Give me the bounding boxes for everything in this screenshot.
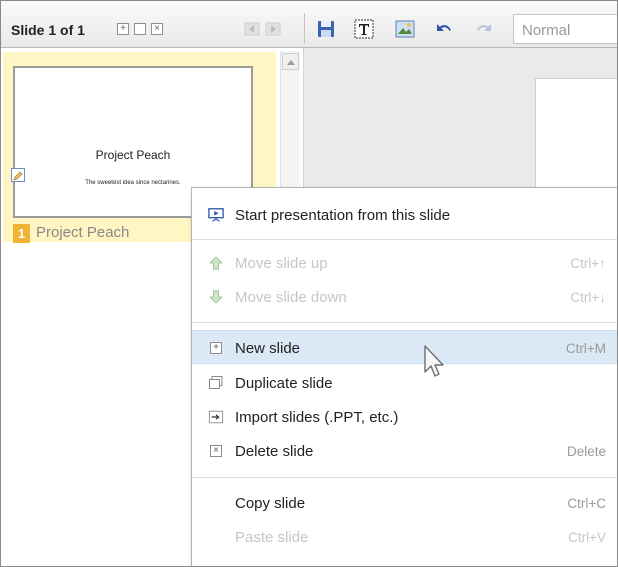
menu-separator (192, 477, 617, 478)
menu-item-label: Paste slide (235, 529, 309, 546)
arrow-down-icon (208, 289, 224, 305)
menu-item-import-slides[interactable]: Import slides (.PPT, etc.) (192, 400, 617, 434)
toolbar-separator (304, 13, 305, 43)
menu-item-shortcut: Ctrl+↓ (570, 290, 606, 305)
menu-item-paste-slide[interactable]: Paste slide Ctrl+V (192, 520, 617, 554)
thumbnail-title: Project Peach (95, 148, 171, 162)
menu-item-delete-slide[interactable]: × Delete slide Delete (192, 434, 617, 468)
mouse-cursor-icon (423, 344, 445, 380)
scroll-up-arrow-icon[interactable] (282, 53, 299, 70)
duplicate-icon (208, 375, 224, 391)
menu-item-new-slide[interactable]: + New slide Ctrl+M (192, 330, 617, 364)
text-box-icon[interactable] (353, 18, 375, 40)
add-slide-mini-icon[interactable]: + (117, 23, 129, 35)
menu-separator (192, 239, 617, 240)
menu-item-move-slide-down[interactable]: Move slide down Ctrl+↓ (192, 280, 617, 314)
slide-counter: Slide 1 of 1 (11, 22, 85, 38)
presentation-icon (208, 207, 224, 223)
menu-item-start-presentation[interactable]: Start presentation from this slide (192, 198, 617, 232)
menu-item-label: Delete slide (235, 443, 314, 460)
menu-item-label: Move slide up (235, 255, 328, 272)
menu-item-label: Duplicate slide (235, 375, 333, 392)
menu-item-copy-slide[interactable]: Copy slide Ctrl+C (192, 486, 617, 520)
menu-item-label: Start presentation from this slide (235, 207, 451, 224)
menu-item-move-slide-up[interactable]: Move slide up Ctrl+↑ (192, 246, 617, 280)
menu-item-label: Import slides (.PPT, etc.) (235, 409, 399, 426)
prev-slide-arrow-icon[interactable] (241, 18, 263, 40)
menu-item-label: New slide (235, 340, 301, 357)
insert-image-icon[interactable] (394, 18, 416, 40)
next-slide-arrow-icon[interactable] (262, 18, 284, 40)
pencil-icon[interactable] (11, 168, 25, 182)
menu-item-duplicate-slide[interactable]: Duplicate slide (192, 366, 617, 400)
menu-item-shortcut: Ctrl+C (567, 496, 606, 511)
undo-icon[interactable] (433, 18, 455, 40)
menu-item-label: Copy slide (235, 495, 306, 512)
save-icon[interactable] (315, 18, 337, 40)
slide-name-label: Project Peach (36, 224, 130, 241)
slide-number-badge: 1 (13, 224, 30, 243)
redo-icon[interactable] (473, 18, 495, 40)
menu-item-label: Move slide down (235, 289, 347, 306)
new-slide-icon: + (208, 340, 224, 356)
menu-item-shortcut: Ctrl+V (568, 530, 606, 545)
duplicate-slide-mini-icon[interactable] (134, 23, 146, 35)
slide-context-menu: Start presentation from this slide Move … (191, 187, 617, 566)
import-icon (208, 409, 224, 425)
thumbnail-subtitle: The sweetest idea since nectarines. (85, 180, 181, 186)
delete-icon: × (208, 443, 224, 459)
delete-slide-mini-icon[interactable]: × (151, 23, 163, 35)
paragraph-style-select[interactable]: Normal (513, 14, 617, 44)
arrow-up-icon (208, 255, 224, 271)
menu-separator (192, 322, 617, 323)
menu-item-shortcut: Delete (566, 444, 606, 459)
menu-item-shortcut: Ctrl+↑ (570, 256, 606, 271)
toolbar: Slide 1 of 1 + × Normal (1, 1, 617, 48)
app-window: Slide 1 of 1 + × Normal Project Peach Th… (0, 0, 618, 567)
menu-item-shortcut: Ctrl+M (565, 341, 606, 356)
